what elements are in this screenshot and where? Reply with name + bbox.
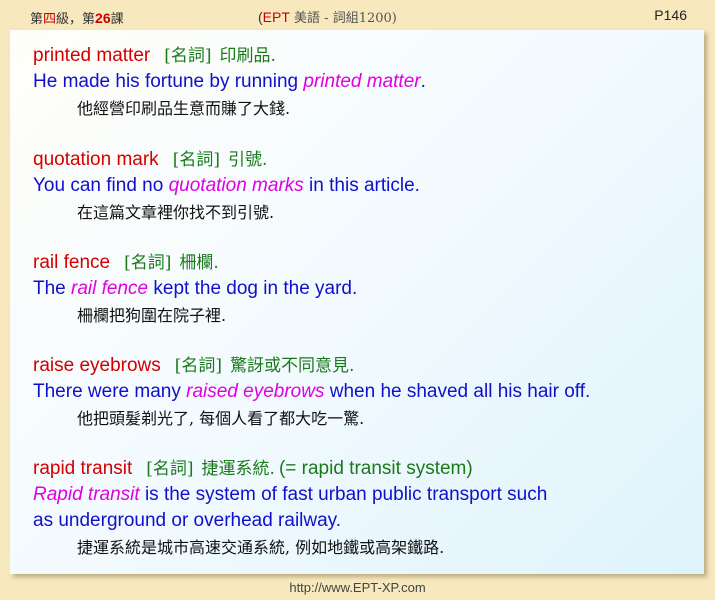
book-title: (EPT 美語 - 詞組1200) [258, 7, 397, 26]
entry-example: He made his fortune by running printed m… [33, 69, 698, 95]
entry-term: rapid transit [33, 458, 133, 479]
vocab-entry: printed matter [名詞] 印刷品. He made his fortu… [33, 43, 698, 123]
example-post: in this article. [303, 175, 420, 196]
title-rest: 美語 - 詞組1200) [289, 11, 397, 26]
entry-pos: [名詞] [174, 356, 223, 376]
entry-translation: 在這篇文章裡你找不到引號. [77, 203, 275, 222]
entry-example: The rail fence kept the dog in the yard. [33, 276, 698, 302]
lesson-number: 26 [95, 10, 111, 26]
entry-pos: [名詞] [164, 46, 212, 66]
example-pre: You can find no [33, 175, 169, 196]
entry-meaning: 印刷品. [219, 46, 276, 66]
entry-meaning: 引號. [227, 150, 268, 170]
entry-translation: 柵欄把狗圍在院子裡. [77, 306, 227, 325]
entry-pos: [名詞] [172, 150, 220, 170]
entry-term: rail fence [33, 252, 111, 273]
example-continuation: as underground or overhead railway. [33, 510, 342, 531]
lesson-prefix: 第 [30, 12, 44, 27]
entry-example: Rapid transit is the system of fast urba… [33, 482, 698, 508]
page-header: 第四級，第26課 (EPT 美語 - 詞組1200) P146 [0, 0, 715, 30]
entry-pos: [名詞] [146, 459, 194, 479]
entry-pos: [名詞] [124, 253, 172, 273]
entry-translation: 他把頭髮剃光了, 每個人看了都大吃一驚. [77, 409, 365, 428]
example-pre: He made his fortune by running [33, 71, 304, 92]
website-link[interactable]: http://www.EPT-XP.com [0, 580, 715, 595]
page-number: P146 [654, 7, 687, 23]
entry-meaning: 柵欄. [179, 253, 219, 273]
entry-translation: 捷運系統是城市高速交通系統, 例如地鐵或高架鐵路. [77, 538, 445, 557]
example-highlight: raised eyebrows [186, 381, 325, 402]
entry-extra: (= rapid transit system) [278, 458, 473, 479]
example-highlight: rail fence [71, 278, 149, 299]
example-post: kept the dog in the yard. [148, 278, 358, 299]
entry-translation: 他經營印刷品生意而賺了大錢. [77, 99, 291, 118]
entry-term: raise eyebrows [33, 355, 161, 376]
example-post: . [420, 71, 426, 92]
title-brand: EPT [262, 9, 290, 25]
lesson-mid: 級，第 [56, 12, 96, 27]
example-pre: There were many [33, 381, 187, 402]
vocabulary-card: printed matter [名詞] 印刷品. He made his fortu… [10, 30, 704, 574]
example-pre: The [33, 278, 72, 299]
entry-meaning: 捷運系統. [201, 459, 275, 479]
entry-example: You can find no quotation marks in this … [33, 173, 698, 199]
lesson-indicator: 第四級，第26課 [30, 8, 124, 27]
entry-meaning: 驚訝或不同意見. [230, 356, 355, 376]
vocab-entry: rapid transit [名詞] 捷運系統. (= rapid transit s… [33, 456, 698, 562]
entry-example: There were many raised eyebrows when he … [33, 379, 698, 405]
example-post: when he shaved all his hair off. [324, 381, 591, 402]
vocab-entry: quotation mark [名詞] 引號. You can find no qu… [33, 147, 698, 227]
vocab-entry: raise eyebrows [名詞] 驚訝或不同意見. There were ma… [33, 353, 698, 433]
entry-term: quotation mark [33, 149, 159, 170]
example-post: is the system of fast urban public trans… [139, 484, 548, 505]
example-highlight: printed matter [303, 71, 421, 92]
entry-term: printed matter [33, 45, 151, 66]
example-highlight: Rapid transit [33, 484, 140, 505]
vocab-entry: rail fence [名詞] 柵欄. The rail fence kept th… [33, 250, 698, 330]
level-number: 四 [43, 12, 57, 27]
lesson-suffix: 課 [110, 12, 124, 27]
example-highlight: quotation marks [168, 175, 304, 196]
